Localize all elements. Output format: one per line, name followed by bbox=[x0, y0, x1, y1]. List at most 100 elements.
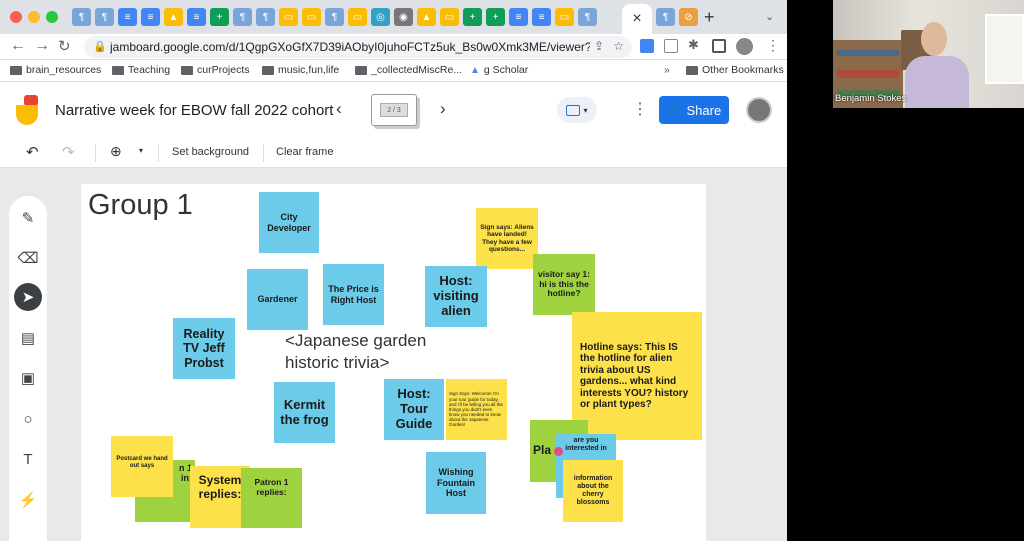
sticky-note-wishing-fountain[interactable]: Wishing Fountain Host bbox=[426, 452, 486, 514]
tab-favicon-drive-icon[interactable]: ▲ bbox=[417, 8, 436, 26]
person-face-image bbox=[921, 22, 947, 56]
new-tab-button[interactable]: + bbox=[704, 7, 715, 28]
user-avatar[interactable] bbox=[746, 97, 772, 123]
tab-favicon-doc-icon[interactable]: ¶ bbox=[656, 8, 675, 26]
sticky-note-postcard[interactable]: Postcard we hand out says bbox=[111, 436, 173, 497]
sticky-note-host-tour[interactable]: Host: Tour Guide bbox=[384, 379, 444, 440]
tab-favicon-doc-icon[interactable]: ¶ bbox=[72, 8, 91, 26]
back-arrow-icon[interactable]: ← bbox=[10, 37, 26, 55]
bookmark-teaching[interactable]: Teaching bbox=[112, 64, 170, 76]
profile-avatar[interactable] bbox=[736, 38, 753, 55]
window-image bbox=[985, 14, 1024, 84]
bookmark-curprojects[interactable]: curProjects bbox=[181, 64, 250, 76]
tab-favicon-sheets-icon[interactable]: + bbox=[486, 8, 505, 26]
zoom-icon[interactable]: ⊕ bbox=[110, 143, 122, 160]
jamboard-logo-icon[interactable] bbox=[16, 95, 40, 125]
sticky-note-cherry[interactable]: information about the cherry blossoms bbox=[563, 460, 623, 522]
bookmarks-overflow-button[interactable]: » bbox=[664, 64, 670, 76]
share-page-icon[interactable]: ⇪ bbox=[594, 39, 604, 53]
bookmark-collected[interactable]: _collectedMiscRe... bbox=[355, 64, 462, 76]
tab-favicon-doc-icon[interactable]: ¶ bbox=[233, 8, 252, 26]
tab-favicon-drive-icon[interactable]: ▲ bbox=[164, 8, 183, 26]
sticky-note-gardener[interactable]: Gardener bbox=[247, 269, 308, 330]
bookmarks-bar: brain_resources Teaching curProjects mus… bbox=[0, 60, 787, 82]
bookmark-label: Other Bookmarks bbox=[702, 64, 784, 76]
present-button[interactable]: ▾ bbox=[557, 97, 597, 123]
zoom-chevron-down-icon[interactable]: ▾ bbox=[139, 146, 143, 155]
share-button[interactable]: 👤 Share bbox=[659, 96, 729, 124]
set-background-button[interactable]: Set background bbox=[172, 146, 249, 158]
text-box-icon[interactable]: T bbox=[14, 445, 42, 473]
sidebar-toggle-icon[interactable] bbox=[712, 39, 726, 53]
minimize-window-icon[interactable] bbox=[28, 11, 40, 23]
active-tab[interactable]: × bbox=[622, 4, 652, 34]
extension-icon[interactable] bbox=[664, 39, 678, 53]
sticky-note-city-developer[interactable]: City Developer bbox=[259, 192, 319, 253]
sticky-note-patron1-replies[interactable]: Patron 1 replies: bbox=[241, 468, 302, 528]
previous-frame-icon[interactable]: ‹ bbox=[336, 99, 342, 119]
frame-bar-button[interactable]: 2 / 3 bbox=[371, 94, 417, 126]
tab-favicon-sheets-icon[interactable]: + bbox=[463, 8, 482, 26]
sticky-note-host-alien[interactable]: Host: visiting alien bbox=[425, 266, 487, 327]
sticky-note-sign-welcome[interactable]: Sign Says: Welcome! I'm your tour guide … bbox=[446, 379, 507, 440]
tab-favicon-docs-icon[interactable]: ≡ bbox=[118, 8, 137, 26]
tab-favicon-docs-icon[interactable]: ≡ bbox=[141, 8, 160, 26]
tab-close-icon[interactable]: × bbox=[632, 10, 641, 28]
eraser-icon[interactable]: ⌫ bbox=[14, 244, 42, 272]
tab-favicon-docs-icon[interactable]: ≡ bbox=[532, 8, 551, 26]
sticky-note-price-right[interactable]: The Price is Right Host bbox=[323, 264, 384, 325]
tab-favicon-slides-icon[interactable]: ▭ bbox=[440, 8, 459, 26]
sticky-note-sign-aliens[interactable]: Sign says: Aliens have landed! They have… bbox=[476, 208, 538, 269]
next-frame-icon[interactable]: › bbox=[440, 99, 446, 119]
tab-favicon-slides-icon[interactable]: ▭ bbox=[279, 8, 298, 26]
tab-favicon-doc-icon[interactable]: ¶ bbox=[325, 8, 344, 26]
tab-favicon-sheets-icon[interactable]: + bbox=[210, 8, 229, 26]
tab-favicon-docs-icon[interactable]: ≡ bbox=[509, 8, 528, 26]
image-icon[interactable]: ▣ bbox=[14, 364, 42, 392]
close-window-icon[interactable] bbox=[10, 11, 22, 23]
jam-frame[interactable]: Group 1 <Japanese garden historic trivia… bbox=[81, 184, 706, 541]
undo-icon[interactable]: ↶ bbox=[26, 143, 39, 161]
browser-window: ¶ ¶ ≡ ≡ ▲ ≡ + ¶ ¶ ▭ ▭ ¶ ▭ ◎ ◉ ▲ ▭ + + ≡ … bbox=[0, 0, 787, 541]
browser-menu-icon[interactable]: ⋮ bbox=[766, 37, 780, 54]
address-bar[interactable]: 🔒 jamboard.google.com/d/1QgpGXoGfX7D39iA… bbox=[84, 36, 632, 58]
pen-icon[interactable]: ✎ bbox=[14, 204, 42, 232]
bookmark-star-icon[interactable]: ☆ bbox=[613, 39, 624, 53]
tab-favicon-doc-icon[interactable]: ¶ bbox=[578, 8, 597, 26]
tab-favicon-blocked-icon[interactable]: ⊘ bbox=[679, 8, 698, 26]
redo-icon[interactable]: ↷ bbox=[62, 143, 75, 161]
more-options-icon[interactable]: ⋮ bbox=[632, 99, 648, 119]
maximize-window-icon[interactable] bbox=[46, 11, 58, 23]
tab-favicon-doc-icon[interactable]: ¶ bbox=[95, 8, 114, 26]
tab-favicon-globe-icon[interactable]: ◉ bbox=[394, 8, 413, 26]
select-arrow-icon[interactable]: ➤ bbox=[14, 283, 42, 311]
tab-favicon-slides-icon[interactable]: ▭ bbox=[302, 8, 321, 26]
webcam-tile: Benjamin Stokes bbox=[833, 0, 1024, 108]
tab-favicon-docs-icon[interactable]: ≡ bbox=[187, 8, 206, 26]
reload-icon[interactable]: ↻ bbox=[58, 37, 71, 55]
bookmark-brain-resources[interactable]: brain_resources bbox=[10, 64, 101, 76]
document-title[interactable]: Narrative week for EBOW fall 2022 cohort bbox=[55, 102, 333, 119]
tab-favicon-circle-icon[interactable]: ◎ bbox=[371, 8, 390, 26]
sticky-note-visitor[interactable]: visitor say 1: hi is this the hotline? bbox=[533, 254, 595, 315]
folder-icon bbox=[686, 65, 698, 75]
extension-icon[interactable] bbox=[640, 39, 654, 53]
sticky-note-icon[interactable]: ▤ bbox=[14, 324, 42, 352]
bookmark-music[interactable]: music,fun,life bbox=[262, 64, 339, 76]
tab-favicon-doc-icon[interactable]: ¶ bbox=[256, 8, 275, 26]
sticky-note-hotline[interactable]: Hotline says: This IS the hotline for al… bbox=[572, 312, 702, 440]
forward-arrow-icon[interactable]: → bbox=[34, 37, 50, 55]
bookmark-scholar[interactable]: ▲ g Scholar bbox=[470, 64, 528, 76]
laser-icon[interactable]: ⚡ bbox=[14, 486, 42, 514]
tabs-after-active: ¶ ⊘ bbox=[656, 8, 698, 26]
puzzle-extensions-icon[interactable]: ✱ bbox=[688, 37, 699, 53]
sticky-note-kermit[interactable]: Kermit the frog bbox=[274, 382, 335, 443]
tab-search-chevron-icon[interactable]: ⌄ bbox=[765, 10, 774, 23]
clear-frame-button[interactable]: Clear frame bbox=[276, 146, 333, 158]
sticky-note-reality-tv[interactable]: Reality TV Jeff Probst bbox=[173, 318, 235, 379]
jamboard-header: Narrative week for EBOW fall 2022 cohort… bbox=[0, 82, 787, 138]
bookmark-other[interactable]: Other Bookmarks bbox=[686, 64, 784, 76]
tab-favicon-slides-icon[interactable]: ▭ bbox=[348, 8, 367, 26]
circle-shape-icon[interactable]: ○ bbox=[14, 405, 42, 433]
tab-favicon-slides-icon[interactable]: ▭ bbox=[555, 8, 574, 26]
